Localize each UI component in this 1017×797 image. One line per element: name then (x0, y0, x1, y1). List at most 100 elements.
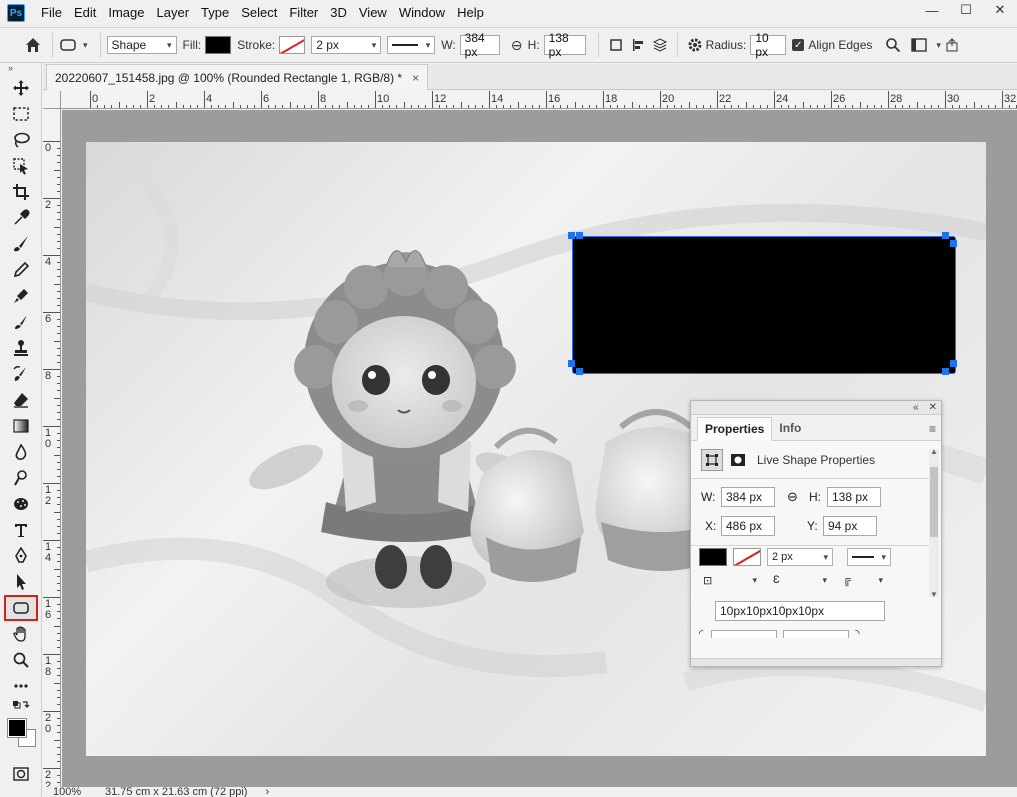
marquee-tool-icon[interactable] (4, 101, 38, 127)
horizontal-ruler[interactable]: 0 2 4 6 8 10 12 14 16 18 20 22 24 26 28 30 32 (61, 91, 1017, 109)
search-icon[interactable] (882, 34, 904, 56)
home-icon[interactable] (20, 34, 46, 56)
pencil-tool-icon[interactable] (4, 257, 38, 283)
maximize-button[interactable]: ☐ (949, 0, 983, 20)
eraser-tool-icon[interactable] (4, 387, 38, 413)
menu-view[interactable]: View (353, 0, 393, 26)
align-edges-checkbox[interactable]: ✓ Align Edges (792, 38, 876, 52)
collapse-panel-icon[interactable]: « (913, 402, 919, 413)
blur-tool-icon[interactable] (4, 439, 38, 465)
transform-handle-bottom-right[interactable] (942, 368, 949, 375)
foreground-color-swatch[interactable] (7, 718, 27, 738)
gear-icon[interactable] (684, 34, 706, 56)
close-window-button[interactable]: ✕ (983, 0, 1017, 20)
menu-edit[interactable]: Edit (68, 0, 102, 26)
props-fill-swatch[interactable] (699, 548, 727, 566)
zoom-tool-icon[interactable] (4, 647, 38, 673)
dodge-tool-icon[interactable] (4, 465, 38, 491)
stroke-swatch[interactable] (279, 36, 306, 54)
mask-properties-icon[interactable] (727, 449, 749, 471)
more-tools-icon[interactable] (4, 673, 38, 699)
menu-help[interactable]: Help (451, 0, 490, 26)
path-selection-tool-icon[interactable] (4, 569, 38, 595)
close-icon[interactable]: ✕ (929, 402, 937, 413)
panel-resize-handle[interactable] (691, 658, 941, 666)
close-icon[interactable]: × (412, 71, 419, 85)
expand-toolbar-icon[interactable]: » (0, 63, 41, 75)
lasso-tool-icon[interactable] (4, 127, 38, 153)
menu-layer[interactable]: Layer (151, 0, 196, 26)
transform-handle-bottom-left[interactable] (568, 360, 575, 367)
share-icon[interactable] (941, 34, 963, 56)
panel-menu-icon[interactable]: ≡ (929, 422, 936, 436)
props-stroke-width[interactable]: 2 px ▾ (767, 548, 833, 566)
props-x-input[interactable]: 486 px (721, 516, 775, 536)
props-stroke-type[interactable]: ▾ (847, 548, 891, 566)
stroke-type-select[interactable]: ▾ (387, 36, 436, 54)
vertical-ruler[interactable]: 0 2 4 6 8 10 12 14 16 18 20 22 (43, 109, 61, 787)
stamp-tool-icon[interactable] (4, 335, 38, 361)
path-alignment-icon[interactable] (627, 34, 649, 56)
shape-properties-icon[interactable] (701, 449, 723, 471)
props-width-input[interactable]: 384 px (721, 487, 775, 507)
swap-colors-icon[interactable] (4, 699, 38, 713)
stroke-corners-select[interactable]: ╔ ▾ (839, 571, 887, 589)
rounded-rectangle-shape[interactable] (572, 236, 956, 374)
transform-handle-bottom-right-corner[interactable] (950, 360, 957, 367)
quick-mask-icon[interactable] (4, 761, 38, 787)
transform-handle-top-left[interactable] (568, 232, 575, 239)
chevron-right-icon[interactable]: › (265, 787, 269, 797)
menu-3d[interactable]: 3D (324, 0, 353, 26)
transform-handle-top-left-corner[interactable] (576, 232, 583, 239)
menu-filter[interactable]: Filter (283, 0, 324, 26)
props-y-input[interactable]: 94 px (823, 516, 877, 536)
minimize-button[interactable]: — (915, 0, 949, 20)
link-icon[interactable]: ⊖ (506, 34, 528, 56)
menu-select[interactable]: Select (235, 0, 283, 26)
transform-handle-top-right-corner[interactable] (950, 240, 957, 247)
corner-tl-input[interactable] (711, 629, 778, 638)
tab-info[interactable]: Info (772, 416, 808, 440)
pen-tool-icon[interactable] (4, 543, 38, 569)
hand-tool-icon[interactable] (4, 621, 38, 647)
tool-preset-picker[interactable]: ▾ (59, 38, 88, 52)
stroke-width-field[interactable]: 2 px ▾ (311, 36, 382, 54)
corner-tr-input[interactable] (783, 629, 850, 638)
workspace-icon[interactable] (908, 34, 930, 56)
width-input[interactable]: 384 px (459, 31, 500, 59)
history-tool-icon[interactable] (4, 361, 38, 387)
menu-file[interactable]: File (35, 0, 68, 26)
transform-handle-bottom-left-corner[interactable] (576, 368, 583, 375)
zoom-level[interactable]: 100% (53, 787, 103, 797)
ruler-origin[interactable] (43, 91, 61, 109)
menu-type[interactable]: Type (195, 0, 235, 26)
history-brush-tool-icon[interactable] (4, 309, 38, 335)
tab-properties[interactable]: Properties (697, 417, 773, 441)
rectangle-tool-icon[interactable] (4, 595, 38, 621)
stroke-align-select[interactable]: ⊡ ▾ (699, 571, 761, 589)
props-stroke-swatch[interactable] (733, 548, 761, 566)
scroll-down-icon[interactable]: ▼ (929, 590, 939, 599)
gradient-tool-icon[interactable] (4, 413, 38, 439)
object-selection-tool-icon[interactable] (4, 153, 38, 179)
menu-window[interactable]: Window (393, 0, 451, 26)
type-tool-icon[interactable] (4, 517, 38, 543)
sponge-tool-icon[interactable] (4, 491, 38, 517)
move-tool-icon[interactable] (4, 75, 38, 101)
radius-input[interactable]: 10 px (750, 31, 787, 59)
height-input[interactable]: 138 px (543, 31, 586, 59)
scrollbar-thumb[interactable] (930, 467, 938, 537)
scroll-up-icon[interactable]: ▲ (929, 447, 939, 456)
tool-mode-select[interactable]: Shape ▾ (106, 36, 177, 54)
crop-tool-icon[interactable] (4, 179, 38, 205)
props-height-input[interactable]: 138 px (827, 487, 881, 507)
document-tab[interactable]: 20220607_151458.jpg @ 100% (Rounded Rect… (46, 64, 429, 90)
panel-scrollbar[interactable]: ▲ ▼ (929, 447, 939, 599)
path-arrangement-icon[interactable] (649, 34, 671, 56)
fill-swatch[interactable] (205, 36, 232, 54)
stroke-caps-select[interactable]: Ɛ ▾ (769, 571, 831, 589)
path-operations-icon[interactable] (605, 34, 627, 56)
corner-radii-input[interactable]: 10px10px10px10px (715, 601, 885, 621)
eyedropper-tool-icon[interactable] (4, 205, 38, 231)
transform-handle-top-right[interactable] (942, 232, 949, 239)
